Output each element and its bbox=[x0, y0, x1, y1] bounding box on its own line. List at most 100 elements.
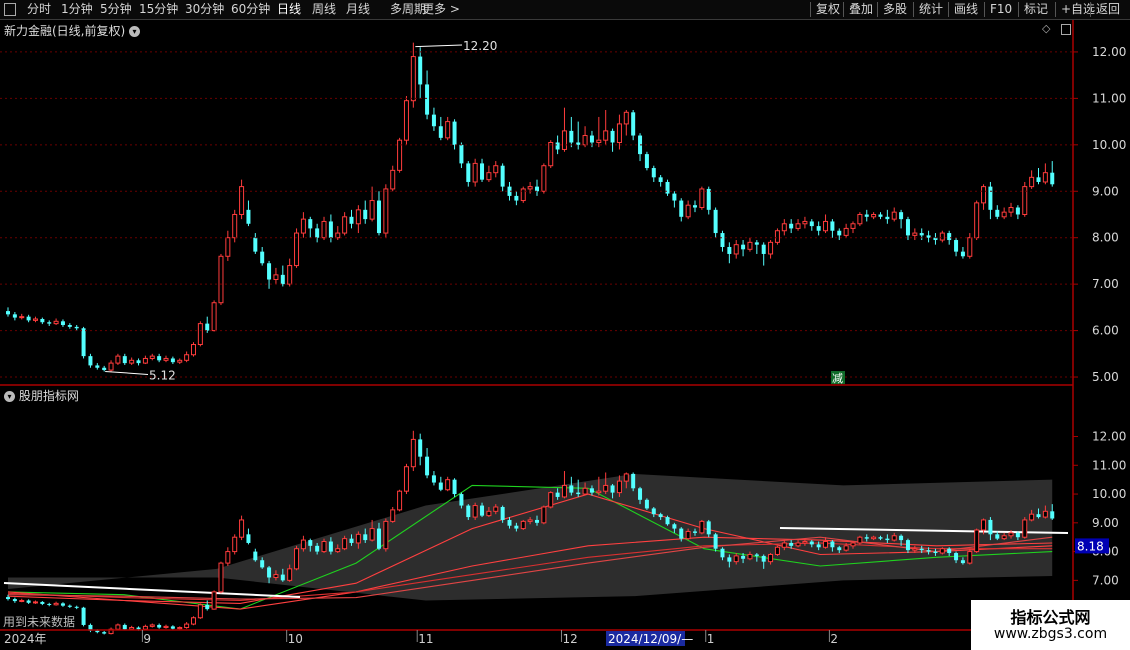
price-candle-body bbox=[665, 181, 670, 194]
price-candle-body bbox=[12, 314, 17, 318]
price-candle-body bbox=[108, 362, 114, 371]
price-candle-body bbox=[184, 354, 190, 361]
ind-candle-body bbox=[81, 607, 86, 625]
ind-candle-body bbox=[1050, 511, 1055, 519]
price-candle-body bbox=[197, 323, 203, 346]
ind-candle-body bbox=[184, 623, 190, 629]
price-candle-body bbox=[32, 318, 38, 321]
price-candle-body bbox=[589, 135, 594, 143]
ind-candle-body bbox=[6, 597, 10, 600]
ind-candle-body bbox=[720, 548, 725, 558]
ind-candle-body bbox=[136, 627, 141, 630]
ind-candle-body bbox=[321, 541, 327, 553]
ind-candle-body bbox=[232, 536, 238, 553]
ind-candle-body bbox=[596, 490, 602, 494]
ind-candle-body bbox=[651, 508, 656, 515]
price-candle-body bbox=[795, 223, 801, 229]
ind-candle-body bbox=[267, 567, 272, 578]
price-candle-body bbox=[741, 244, 746, 250]
price-candle-body bbox=[527, 186, 533, 190]
price-candle-body bbox=[555, 142, 560, 150]
ind-candle-body bbox=[534, 519, 539, 523]
price-candle-body bbox=[693, 205, 697, 208]
price-candle-body bbox=[342, 216, 348, 234]
price-candle-body bbox=[142, 357, 148, 364]
ind-candle-body bbox=[294, 548, 300, 570]
price-candle-body bbox=[541, 165, 547, 192]
price-candle-body bbox=[321, 220, 327, 239]
ind-candle-body bbox=[1029, 513, 1035, 521]
ind-candle-body bbox=[1001, 535, 1007, 540]
x-tick-label: 10 bbox=[288, 632, 303, 646]
price-candle-body bbox=[878, 214, 883, 217]
ind-candle-body bbox=[60, 603, 65, 606]
ind-candle-body bbox=[390, 509, 396, 522]
price-candle-body bbox=[438, 126, 443, 138]
price-candle-body bbox=[706, 188, 711, 210]
ind-tick-label: 7.00 bbox=[1092, 573, 1119, 587]
price-candle-body bbox=[480, 163, 485, 180]
price-candle-body bbox=[315, 228, 320, 238]
price-candle-body bbox=[1042, 172, 1048, 183]
price-candle-body bbox=[211, 302, 217, 332]
ind-candle-body bbox=[699, 520, 705, 534]
price-candle-body bbox=[190, 344, 196, 356]
price-candle-body bbox=[273, 274, 279, 281]
ind-candle-body bbox=[981, 519, 987, 531]
price-candle-body bbox=[644, 154, 649, 169]
price-candle-body bbox=[981, 186, 987, 204]
ind-candle-body bbox=[328, 541, 333, 552]
price-candle-body bbox=[95, 365, 100, 368]
price-candle-body bbox=[823, 220, 829, 232]
price-candle-body bbox=[53, 320, 59, 325]
ind-candle-body bbox=[335, 548, 341, 553]
ind-candle-body bbox=[177, 627, 183, 630]
x-tick-label: 2 bbox=[830, 632, 838, 646]
price-candle-body bbox=[6, 311, 10, 315]
ind-candle-body bbox=[603, 484, 609, 492]
price-candle-body bbox=[939, 232, 945, 241]
ind-candle-body bbox=[891, 535, 897, 541]
ind-candle-body bbox=[878, 537, 883, 539]
ind-candle-body bbox=[363, 534, 368, 541]
price-candle-body bbox=[561, 130, 567, 150]
ind-candle-body bbox=[452, 479, 457, 495]
ind-candle-body bbox=[774, 546, 780, 555]
ind-candle-body bbox=[706, 521, 711, 535]
high-label: 12.20 bbox=[463, 39, 497, 53]
ind-candle-body bbox=[225, 551, 231, 564]
price-candle-body bbox=[713, 209, 718, 234]
ind-candle-body bbox=[47, 603, 52, 605]
ind-candle-body bbox=[665, 517, 670, 525]
price-candle-body bbox=[995, 209, 1000, 217]
price-candle-body bbox=[596, 139, 602, 143]
price-candle-body bbox=[514, 195, 519, 201]
ind-candle-body bbox=[727, 557, 732, 562]
ind-candle-body bbox=[830, 541, 835, 548]
price-candle-body bbox=[1001, 211, 1007, 218]
ind-candle-body bbox=[616, 480, 622, 494]
price-candle-body bbox=[445, 121, 451, 139]
ind-candle-body bbox=[761, 555, 766, 562]
price-candle-body bbox=[232, 213, 238, 239]
ind-candle-body bbox=[1042, 510, 1048, 518]
jian-badge-text: 减 bbox=[832, 372, 843, 385]
price-tick-label: 5.00 bbox=[1092, 370, 1119, 384]
ind-candle-body bbox=[514, 525, 519, 529]
ind-candle-body bbox=[802, 541, 808, 544]
ind-candle-body bbox=[679, 528, 684, 539]
chart-canvas[interactable]: 5.006.007.008.009.0010.0011.0012.006.007… bbox=[0, 0, 1130, 650]
price-candle-body bbox=[926, 235, 931, 238]
price-candles bbox=[6, 42, 1055, 372]
ind-candle-body bbox=[369, 528, 375, 541]
ind-candle-body bbox=[658, 514, 663, 518]
ind-candle-body bbox=[376, 528, 381, 549]
price-candle-body bbox=[679, 200, 684, 217]
price-candle-body bbox=[19, 316, 25, 319]
ind-candle-body bbox=[899, 535, 904, 541]
ind-candle-body bbox=[102, 632, 107, 634]
price-candle-body bbox=[267, 263, 272, 280]
price-candle-body bbox=[733, 244, 739, 255]
ind-candle-body bbox=[480, 505, 485, 516]
price-candle-body bbox=[885, 216, 890, 220]
